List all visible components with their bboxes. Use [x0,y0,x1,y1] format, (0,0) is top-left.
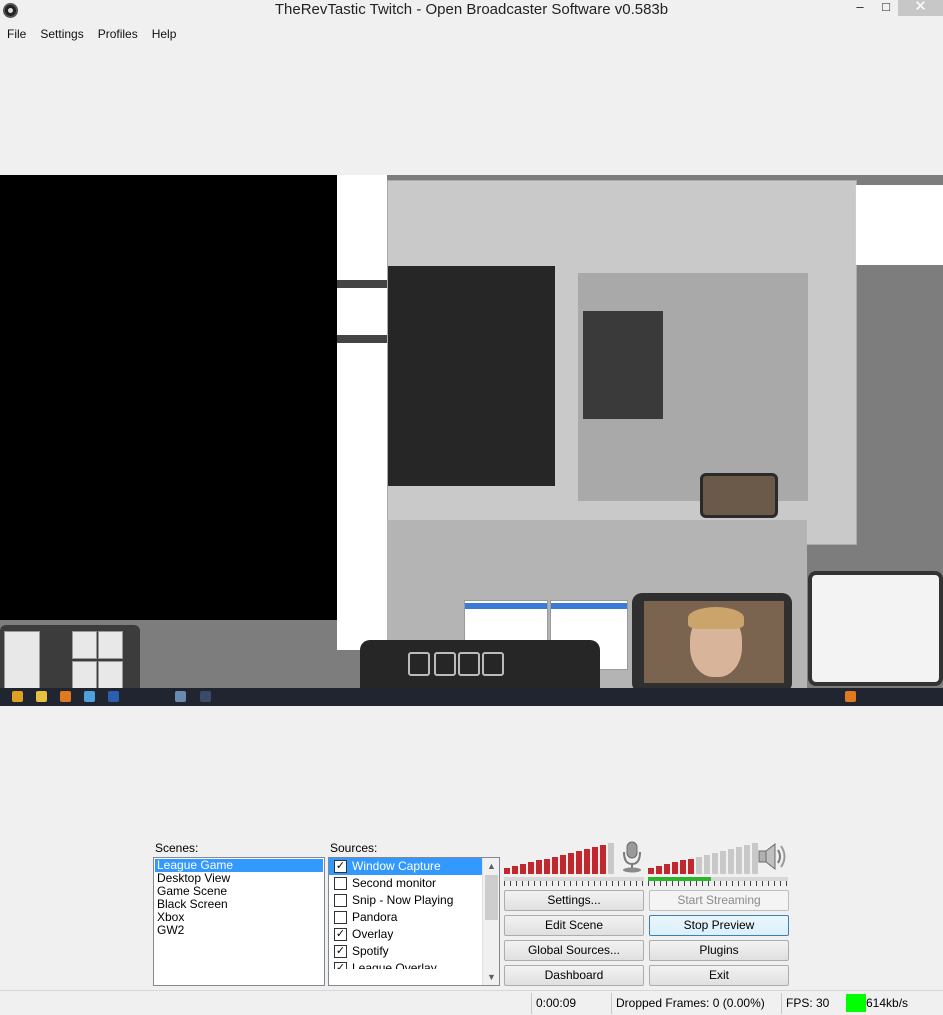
window-title: TheRevTastic Twitch - Open Broadcaster S… [274,1,669,18]
source-item[interactable]: ✓ Overlay [329,926,499,943]
mic-volume-ticks [504,881,644,886]
mic-level-bar [600,845,606,874]
stream-time: 0:00:09 [531,993,609,1014]
desktop-level-bar [736,847,742,874]
desktop-volume-fill [648,877,711,881]
source-label: Spotify [352,944,389,958]
mic-level-bar [576,850,582,874]
desktop-level-bar [664,864,670,874]
source-label: Pandora [352,910,398,924]
scenes-label: Scenes: [155,841,199,855]
desktop-volume-ticks [648,881,788,886]
scroll-up-icon[interactable]: ▲ [483,858,499,874]
sources-list[interactable]: ✓ Window Capture Second monitor Snip - N… [328,857,500,986]
mic-level-bar [560,854,566,874]
plugins-button[interactable]: Plugins [649,940,789,961]
preview-black-region [0,175,337,620]
preview-browser-fragment [337,175,387,650]
exit-button[interactable]: Exit [649,965,789,986]
desktop-level-bar [728,849,734,874]
source-checkbox[interactable]: ✓ [334,962,347,969]
desktop-level-bar [688,858,694,874]
source-checkbox[interactable]: ✓ [334,928,347,941]
source-label: Window Capture [352,859,441,873]
scroll-down-icon[interactable]: ▼ [483,969,499,985]
source-label: League Overlay [352,961,437,969]
global-sources-button[interactable]: Global Sources... [504,940,644,961]
scroll-thumb[interactable] [485,875,498,920]
mic-level-bar [504,868,510,874]
maximize-button[interactable]: □ [874,0,898,16]
scene-item[interactable]: GW2 [154,924,324,937]
preview-overlay-frame [808,571,943,686]
menu-profiles[interactable]: Profiles [91,24,145,44]
sources-label: Sources: [330,841,378,855]
close-button[interactable]: ✕ [898,0,943,16]
mic-level-bar [552,856,558,874]
source-item[interactable]: Second monitor [329,875,499,892]
minimize-button[interactable]: – [846,0,874,16]
preview-side-panel [855,185,943,265]
source-checkbox[interactable] [334,911,347,924]
mic-volume-slider[interactable] [504,877,644,881]
mic-level-bar [544,858,550,874]
menu-help[interactable]: Help [145,24,184,44]
desktop-level-meter [648,842,758,874]
title-bar: TheRevTastic Twitch - Open Broadcaster S… [0,0,943,22]
start-streaming-button[interactable]: Start Streaming [649,890,789,911]
preview-webcam-large [632,593,792,693]
desktop-level-bar [712,852,718,874]
source-checkbox[interactable]: ✓ [334,860,347,873]
desktop-level-bar [704,854,710,874]
desktop-level-bar [696,856,702,874]
sources-scrollbar[interactable]: ▲ ▼ [482,858,499,985]
bitrate-readout: 614kb/s [866,996,909,1010]
mic-level-bar [520,864,526,874]
menu-file[interactable]: File [0,24,33,44]
mic-level-bar [568,852,574,874]
mic-level-bar [512,866,518,874]
speaker-icon[interactable] [756,840,790,874]
mic-level-bar [608,843,614,874]
source-label: Overlay [352,927,394,941]
preview-webcam-small [700,473,778,518]
source-item[interactable]: ✓ League Overlay [329,960,499,969]
stream-preview [0,175,943,706]
preview-nested-obs-window [387,180,857,545]
dashboard-button[interactable]: Dashboard [504,965,644,986]
bitrate-status-indicator [846,994,866,1012]
desktop-level-bar [648,868,654,874]
dropped-frames: Dropped Frames: 0 (0.00%) [611,993,779,1014]
mic-level-bar [528,862,534,874]
edit-scene-button[interactable]: Edit Scene [504,915,644,936]
preview-taskbar [0,688,943,706]
fps-counter: FPS: 30 [781,993,841,1014]
desktop-level-bar [720,850,726,874]
menu-settings[interactable]: Settings [33,24,90,44]
scenes-list[interactable]: League Game Desktop View Game Scene Blac… [153,857,325,986]
source-item[interactable]: Snip - Now Playing [329,892,499,909]
desktop-level-bar [656,866,662,874]
mic-level-bar [536,860,542,874]
status-bar: 0:00:09 Dropped Frames: 0 (0.00%) FPS: 3… [0,990,943,1015]
desktop-level-bar [680,860,686,874]
mic-level-meter [504,842,614,874]
microphone-icon[interactable] [618,840,646,874]
mic-level-bar [592,847,598,874]
source-item[interactable]: ✓ Window Capture [329,858,499,875]
desktop-level-bar [672,862,678,874]
mic-level-bar [584,849,590,874]
source-checkbox[interactable] [334,877,347,890]
desktop-volume-slider[interactable] [648,877,788,881]
source-checkbox[interactable]: ✓ [334,945,347,958]
menu-bar: File Settings Profiles Help [0,24,183,44]
source-label: Second monitor [352,876,437,890]
source-item[interactable]: Pandora [329,909,499,926]
source-checkbox[interactable] [334,894,347,907]
source-label: Snip - Now Playing [352,893,454,907]
desktop-level-bar [744,845,750,874]
stop-preview-button[interactable]: Stop Preview [649,915,789,936]
settings-button[interactable]: Settings... [504,890,644,911]
source-item[interactable]: ✓ Spotify [329,943,499,960]
